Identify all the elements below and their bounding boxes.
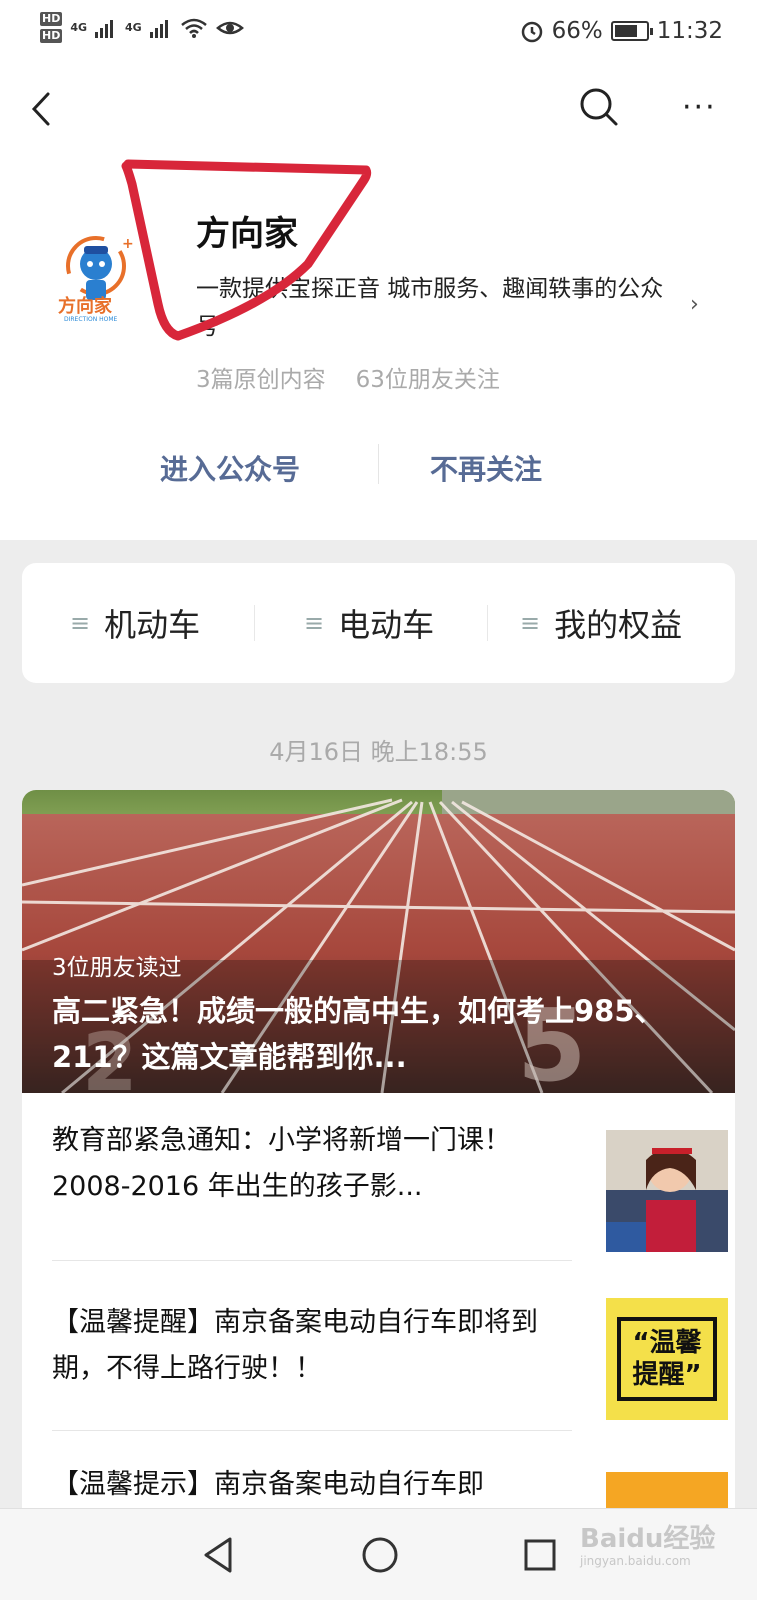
article-divider [52,1430,572,1431]
account-stats: 3篇原创内容 63位朋友关注 [196,360,500,394]
menu-divider [254,605,255,641]
article-item[interactable]: 【温馨提醒】南京备案电动自行车即将到期，不得上路行驶！！ “温馨 提醒” [52,1298,728,1482]
menu-item-label: 机动车 [104,606,201,644]
menu-item-label: 电动车 [338,606,435,644]
feed-datetime: 4月16日 晚上18:55 [269,738,488,766]
logo-subtext: DIRECTION HOME [64,316,118,323]
baidu-watermark: Baidu经验 [580,1524,716,1554]
battery-percent: 66% [551,18,603,44]
enter-account-button[interactable]: 进入公众号 [160,448,300,488]
account-name: 方向家 [196,214,298,254]
hd1-badge: HD [40,12,63,26]
account-menu: ≡ 机动车 ≡ 电动车 ≡ 我的权益 [22,563,735,683]
menu-item-my-rights[interactable]: ≡ 我的权益 [520,563,682,683]
menu-item-label: 我的权益 [554,606,683,644]
nav-back-icon[interactable] [196,1531,244,1579]
signal-bars-icon [149,19,168,38]
eye-icon [215,21,244,34]
logo-text: 方向家 [58,296,112,317]
status-left: HD HD 4G 4G [40,12,244,43]
account-profile: + 方向家 DIRECTION HOME 方向家 一款提供宝探正音 城市服务、趣… [0,154,757,540]
signal-bars-icon [95,19,114,38]
svg-text:+: + [122,236,134,252]
nav-recent-apps-icon[interactable] [516,1531,564,1579]
thumb-text-line1: “温馨 [632,1328,702,1358]
hero-title: 高二紧急！成绩一般的高中生，如何考上985、211？这篇文章能帮到你... [52,994,664,1074]
girl-drawing-thumbnail [606,1130,728,1252]
menu-divider [487,605,488,641]
more-options-icon[interactable]: ··· [682,88,728,128]
account-actions: 进入公众号 不再关注 [0,438,757,498]
hd2-badge: HD [40,29,63,43]
account-description[interactable]: 一款提供宝探正音 城市服务、趣闻轶事的公众号 [196,270,676,346]
article-divider [52,1260,572,1261]
menu-lines-icon: ≡ [70,609,91,637]
back-arrow-icon[interactable] [22,84,66,134]
article-title: 【温馨提示】南京备案电动自行车即 [52,1469,484,1500]
article-title: 教育部紧急通知：小学将新增一门课！2008-2016 年出生的孩子影... [52,1125,511,1202]
search-icon[interactable] [576,84,622,130]
article-card: 5 2 3位朋友读过 高二紧急！成绩一般的高中生，如何考上985、211？这篇文… [22,790,735,1600]
stat-friends-following: 63位朋友关注 [355,367,500,393]
reminder-thumbnail: “温馨 提醒” [606,1298,728,1420]
article-item[interactable]: 教育部紧急通知：小学将新增一门课！2008-2016 年出生的孩子影... [52,1118,728,1300]
menu-lines-icon: ≡ [520,609,541,637]
nav-bar: ··· [0,64,757,154]
wifi-icon [180,18,207,38]
hd-badges: HD HD [40,12,63,43]
hero-friends-read: 3位朋友读过 [52,955,182,981]
clock: 11:32 [656,18,723,44]
signal2-label: 4G [125,21,142,34]
menu-item-motor-vehicle[interactable]: ≡ 机动车 [70,563,200,683]
unfollow-button[interactable]: 不再关注 [430,448,542,488]
actions-divider [378,444,379,484]
baidu-watermark-sub: jingyan.baidu.com [580,1554,691,1568]
status-bar: HD HD 4G 4G 66% 11:32 [0,0,757,64]
nav-home-icon[interactable] [356,1531,404,1579]
battery-icon [610,21,653,41]
article-title: 【温馨提醒】南京备案电动自行车即将到期，不得上路行驶！！ [52,1307,538,1384]
menu-item-e-bike[interactable]: ≡ 电动车 [304,563,434,683]
menu-lines-icon: ≡ [304,609,325,637]
signal1-label: 4G [70,21,88,34]
hero-article[interactable]: 5 2 3位朋友读过 高二紧急！成绩一般的高中生，如何考上985、211？这篇文… [22,790,735,1093]
stat-original-count: 3篇原创内容 [196,367,326,393]
status-right: 66% 11:32 [520,18,723,44]
thumb-text-line2: 提醒” [632,1360,702,1390]
chevron-right-icon[interactable]: › [690,292,699,317]
alarm-icon [521,21,542,43]
